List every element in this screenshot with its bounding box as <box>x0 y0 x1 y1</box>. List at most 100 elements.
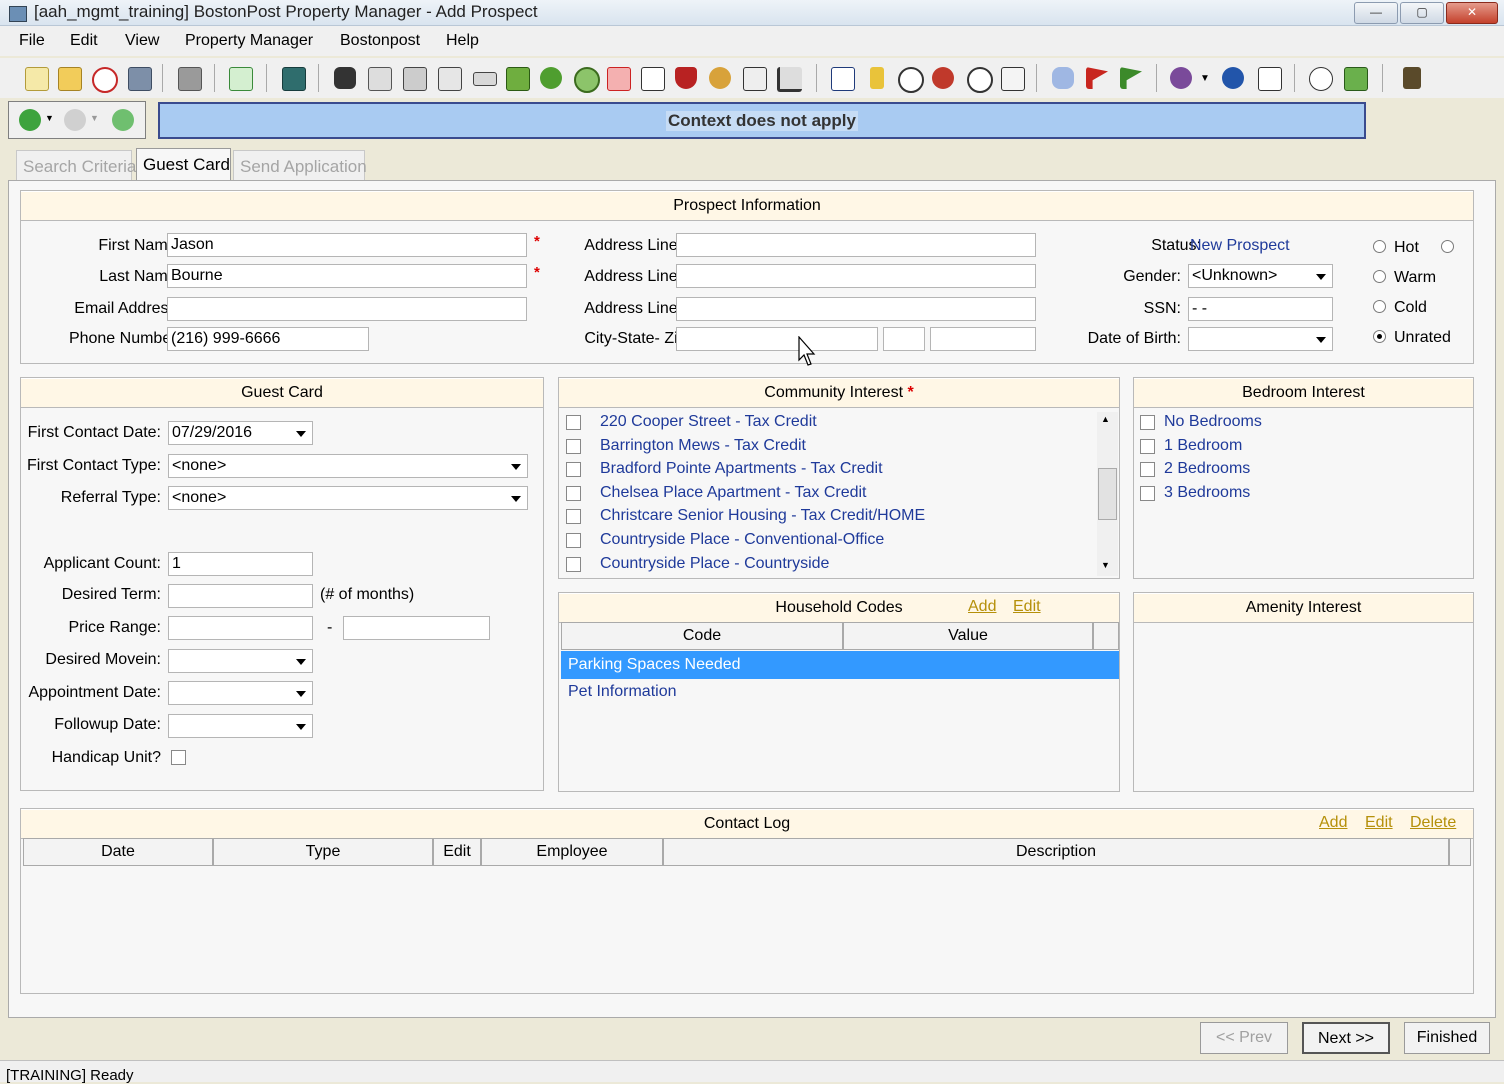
column-header-edit[interactable]: Edit <box>433 838 481 866</box>
ap-icon[interactable] <box>607 67 631 91</box>
radio-unlabeled[interactable] <box>1441 240 1454 253</box>
building-icon[interactable] <box>403 67 427 91</box>
community-item[interactable]: Barrington Mews - Tax Credit <box>600 437 806 455</box>
gear-icon[interactable] <box>709 67 731 89</box>
radio-hot[interactable] <box>1373 240 1386 253</box>
community-item[interactable]: Countryside Place - Conventional-Office <box>600 531 884 549</box>
community-item[interactable]: Chelsea Place Apartment - Tax Credit <box>600 484 867 502</box>
chevron-down-icon[interactable] <box>291 423 311 443</box>
finished-button[interactable]: Finished <box>1404 1022 1490 1054</box>
ssn-field[interactable]: - - <box>1188 297 1333 321</box>
email-field[interactable] <box>167 297 527 321</box>
person-icon[interactable] <box>1170 67 1192 89</box>
last-name-field[interactable]: Bourne <box>167 264 527 288</box>
tab-search-criteria[interactable]: Search Criteria <box>16 150 136 182</box>
referral-type-select[interactable]: <none> <box>168 486 528 510</box>
first-contact-type-select[interactable]: <none> <box>168 454 528 478</box>
tab-send-application[interactable]: Send Application <box>233 150 367 182</box>
menu-edit[interactable]: Edit <box>70 32 98 50</box>
community-item[interactable]: Countryside Place - Countryside <box>600 555 829 573</box>
next-button[interactable]: Next >> <box>1302 1022 1390 1054</box>
table-icon[interactable] <box>831 67 855 91</box>
box-icon[interactable] <box>506 67 530 91</box>
desired-movein-select[interactable] <box>168 649 313 673</box>
red-flag-icon[interactable] <box>1086 67 1108 89</box>
clock-icon[interactable] <box>92 67 118 93</box>
maximize-button[interactable]: ▢ <box>1400 2 1444 24</box>
community-item[interactable]: Christcare Senior Housing - Tax Credit/H… <box>600 507 925 525</box>
chart-icon[interactable] <box>777 67 802 92</box>
community-checkbox[interactable] <box>566 509 581 525</box>
refresh-icon[interactable] <box>229 67 253 91</box>
chevron-down-icon[interactable] <box>291 716 311 736</box>
tab-guest-card[interactable]: Guest Card <box>136 148 231 182</box>
help-icon[interactable] <box>1309 67 1333 91</box>
first-name-field[interactable]: Jason <box>167 233 527 257</box>
gauge-icon[interactable] <box>898 67 924 93</box>
community-checkbox[interactable] <box>566 533 581 548</box>
close-button[interactable]: ✕ <box>1446 2 1498 24</box>
contact-log-add-link[interactable]: Add <box>1319 814 1347 832</box>
menu-file[interactable]: File <box>19 32 45 50</box>
prev-button[interactable]: << Prev <box>1200 1022 1288 1054</box>
date-of-birth-select[interactable] <box>1188 327 1333 351</box>
community-checkbox[interactable] <box>566 462 581 478</box>
runner-icon[interactable] <box>1222 67 1244 89</box>
open-folder-icon[interactable] <box>58 67 82 91</box>
menu-help[interactable]: Help <box>446 32 479 50</box>
bedroom-item[interactable]: 3 Bedrooms <box>1164 484 1250 502</box>
money-bag-icon[interactable] <box>540 67 562 89</box>
grid-icon[interactable] <box>438 67 462 91</box>
address-line3-field[interactable] <box>676 297 1036 321</box>
document-icon[interactable] <box>743 67 767 91</box>
green-flag-icon[interactable] <box>1120 67 1142 89</box>
column-header-type[interactable]: Type <box>213 838 433 866</box>
forward-dropdown-icon[interactable]: ▼ <box>90 113 99 123</box>
back-dropdown-icon[interactable]: ▼ <box>45 113 54 123</box>
save-icon[interactable] <box>128 67 152 91</box>
bedroom-checkbox[interactable] <box>1140 462 1155 478</box>
bedroom-item[interactable]: 1 Bedroom <box>1164 437 1242 455</box>
minimize-button[interactable]: — <box>1354 2 1398 24</box>
bedroom-checkbox[interactable] <box>1140 415 1155 430</box>
radio-warm[interactable] <box>1373 270 1386 283</box>
scroll-down-icon[interactable]: ▼ <box>1101 560 1110 570</box>
community-checkbox[interactable] <box>566 438 581 454</box>
dropdown-arrow-icon[interactable]: ▼ <box>1200 73 1210 84</box>
key-icon[interactable] <box>870 67 884 89</box>
calculator-grid-icon[interactable] <box>1258 67 1282 91</box>
address-line2-field[interactable] <box>676 264 1036 288</box>
chevron-down-icon[interactable] <box>1311 266 1331 286</box>
followup-date-select[interactable] <box>168 714 313 738</box>
shield-icon[interactable] <box>675 67 697 89</box>
address-line1-field[interactable] <box>676 233 1036 257</box>
back-icon[interactable] <box>19 109 41 131</box>
price-range-min-field[interactable] <box>168 616 313 640</box>
community-checkbox[interactable] <box>566 415 581 430</box>
phone-field[interactable]: (216) 999-6666 <box>167 327 369 351</box>
list-icon[interactable] <box>1001 67 1025 91</box>
gender-select[interactable]: <Unknown> <box>1188 264 1333 288</box>
house-icon[interactable] <box>368 67 392 91</box>
coin-icon[interactable] <box>574 67 600 93</box>
table-row[interactable]: Pet Information <box>561 679 1119 705</box>
exit-door-icon[interactable] <box>1403 67 1421 89</box>
community-item[interactable]: 220 Cooper Street - Tax Credit <box>600 413 817 431</box>
chevron-down-icon[interactable] <box>291 683 311 703</box>
new-icon[interactable] <box>25 67 49 91</box>
community-item[interactable]: Bradford Pointe Apartments - Tax Credit <box>600 460 883 478</box>
alarm-icon[interactable] <box>967 67 993 93</box>
community-checkbox[interactable] <box>566 556 581 572</box>
appointment-date-select[interactable] <box>168 681 313 705</box>
column-header-employee[interactable]: Employee <box>481 838 663 866</box>
bedroom-item[interactable]: 2 Bedrooms <box>1164 460 1250 478</box>
scroll-up-icon[interactable]: ▲ <box>1101 414 1110 424</box>
menu-bostonpost[interactable]: Bostonpost <box>340 32 420 50</box>
forward-icon[interactable] <box>64 109 86 131</box>
zip-field[interactable] <box>930 327 1036 351</box>
scroll-thumb[interactable] <box>1098 468 1117 520</box>
refresh-nav-icon[interactable] <box>112 109 134 131</box>
radio-cold[interactable] <box>1373 300 1386 313</box>
desired-term-field[interactable] <box>168 584 313 608</box>
chevron-down-icon[interactable] <box>1311 329 1331 349</box>
